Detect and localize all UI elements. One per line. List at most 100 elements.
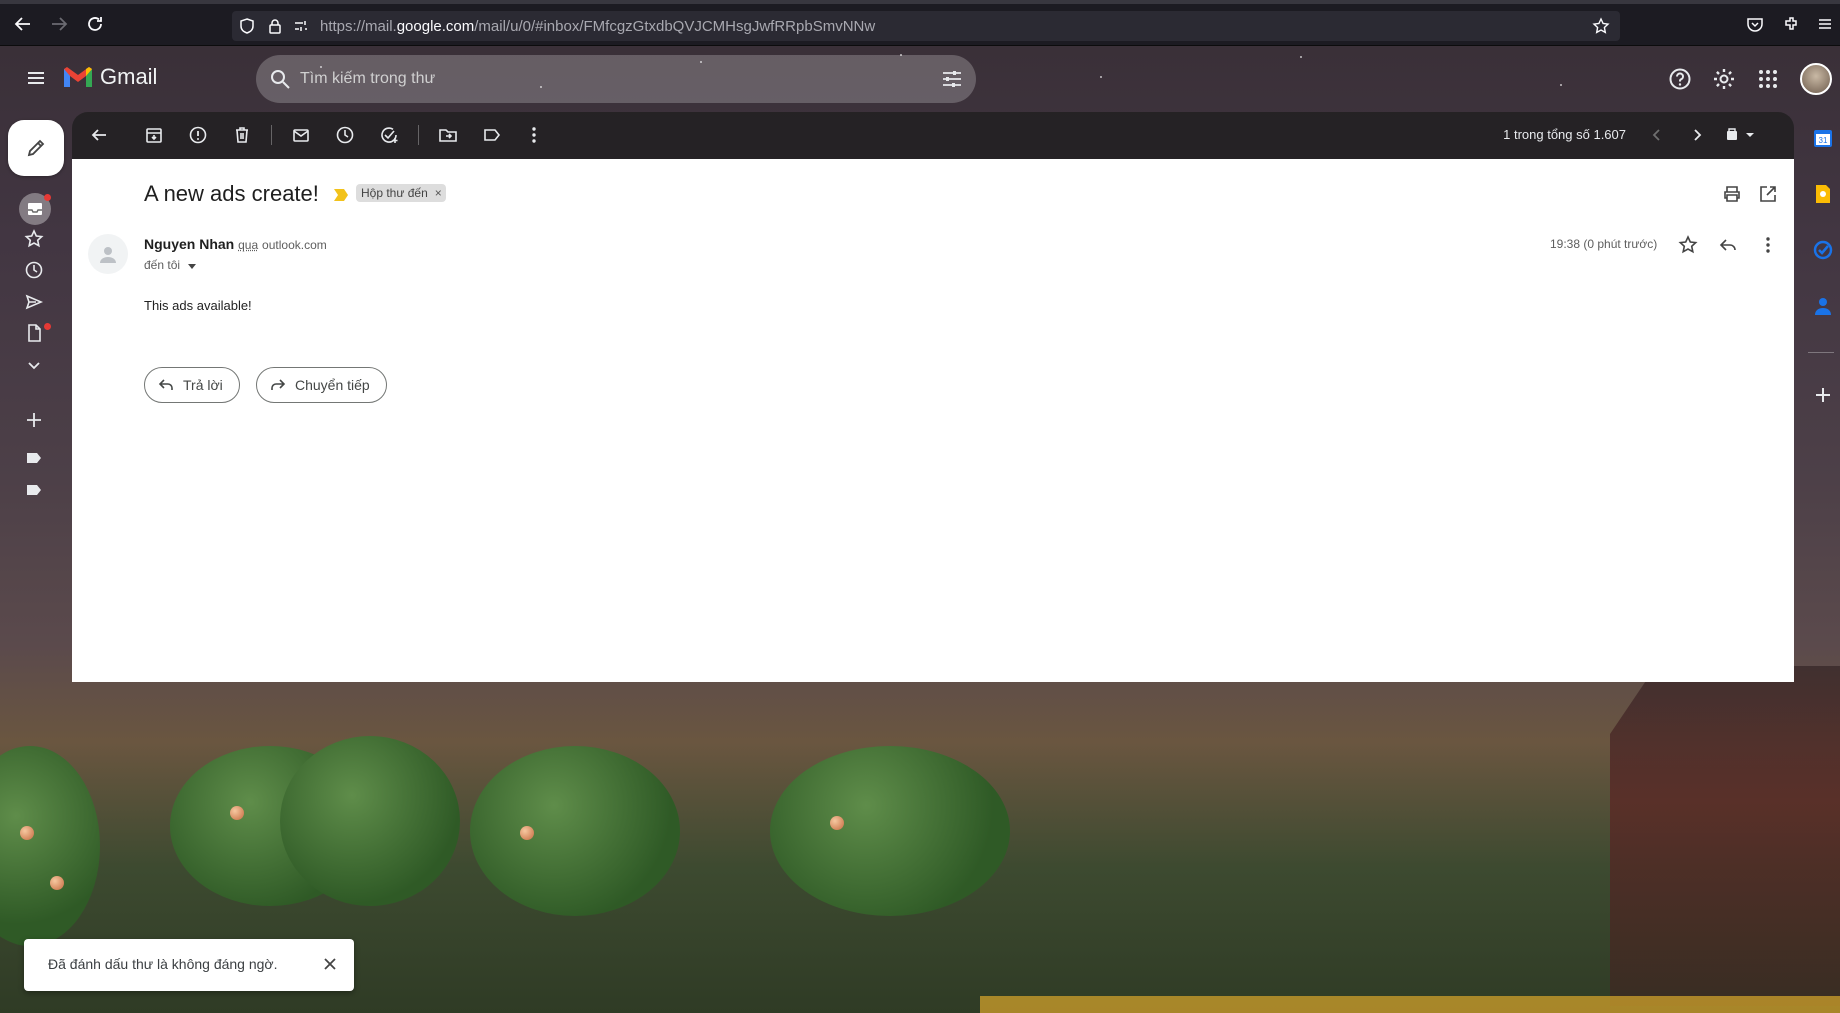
- email-timestamp: 19:38 (0 phút trước): [1550, 237, 1658, 251]
- recipient-text: đến tôi: [144, 258, 181, 272]
- sky-star: [1100, 76, 1102, 78]
- contacts-icon[interactable]: [1812, 295, 1834, 317]
- sender-line: Nguyen Nhan qua outlook.com: [144, 236, 327, 252]
- important-marker-icon[interactable]: [333, 188, 349, 202]
- url-host: google.com: [396, 18, 475, 35]
- via-label[interactable]: qua: [238, 238, 258, 252]
- message-view: A new ads create! Hộp thư đến × Nguyen N…: [72, 159, 1794, 682]
- reply-icon[interactable]: [1718, 235, 1738, 255]
- lock-icon[interactable]: [266, 17, 284, 35]
- back-to-inbox-icon[interactable]: [88, 124, 110, 146]
- remove-label-close-icon[interactable]: ×: [435, 184, 442, 202]
- peach-fruit: [520, 826, 534, 840]
- delete-trash-icon[interactable]: [231, 124, 253, 146]
- snackbar-message: Đã đánh dấu thư là không đáng ngờ.: [48, 956, 278, 972]
- star-icon[interactable]: [1678, 235, 1698, 255]
- shield-icon[interactable]: [238, 17, 256, 35]
- pagination-count: 1 trong tổng số 1.607: [1503, 127, 1626, 142]
- more-chevron-down-icon[interactable]: [24, 355, 46, 377]
- reload-icon[interactable]: [84, 13, 106, 35]
- get-addons-plus-icon[interactable]: [1812, 384, 1834, 406]
- main-menu-icon[interactable]: [24, 66, 48, 90]
- archive-icon[interactable]: [143, 124, 165, 146]
- label-tag-icon[interactable]: [24, 480, 46, 502]
- search-icon[interactable]: [269, 68, 291, 90]
- inbox-label-chip[interactable]: Hộp thư đến ×: [356, 184, 446, 202]
- peach-tree: [0, 746, 100, 946]
- snoozed-clock-icon[interactable]: [24, 260, 46, 282]
- svg-text:31: 31: [1819, 136, 1828, 145]
- pocket-icon[interactable]: [1744, 13, 1766, 35]
- settings-gear-icon[interactable]: [1712, 67, 1736, 91]
- pencil-icon: [27, 139, 45, 157]
- label-tag-icon[interactable]: [24, 448, 46, 470]
- forward-button[interactable]: Chuyển tiếp: [256, 367, 387, 403]
- email-body: This ads available!: [144, 298, 252, 313]
- peach-fruit: [230, 806, 244, 820]
- peach-tree: [770, 746, 1010, 916]
- url-text: https://mail.google.com/mail/u/0/#inbox/…: [320, 18, 875, 35]
- gmail-logo-text: Gmail: [100, 64, 158, 89]
- newer-chevron-left-icon[interactable]: [1646, 124, 1668, 146]
- drafts-nav-icon[interactable]: [24, 323, 46, 345]
- search-bar[interactable]: [256, 55, 976, 103]
- permissions-icon[interactable]: [292, 17, 310, 35]
- starred-nav-icon[interactable]: [24, 229, 46, 251]
- gmail-logo[interactable]: Gmail: [62, 64, 157, 90]
- open-new-window-icon[interactable]: [1758, 184, 1778, 204]
- recipient-details[interactable]: đến tôi: [144, 258, 197, 272]
- peach-fruit: [20, 826, 34, 840]
- person-icon: [100, 247, 116, 263]
- inbox-label-text: Hộp thư đến: [361, 186, 428, 200]
- gmail-m-icon: [64, 67, 92, 87]
- reply-arrow-icon: [158, 379, 173, 390]
- reply-button[interactable]: Trả lời: [144, 367, 240, 403]
- browser-menu-icon[interactable]: [1814, 13, 1836, 35]
- snackbar-close-icon[interactable]: [320, 954, 340, 974]
- search-filter-icon[interactable]: [941, 68, 963, 90]
- address-bar[interactable]: https://mail.google.com/mail/u/0/#inbox/…: [232, 11, 1620, 41]
- peach-fruit: [50, 876, 64, 890]
- account-avatar[interactable]: [1800, 63, 1832, 95]
- drafts-badge-dot: [44, 323, 51, 330]
- forward-arrow-icon[interactable]: [48, 13, 70, 35]
- input-tools-keyboard-icon[interactable]: [1722, 124, 1762, 146]
- sender-avatar[interactable]: [88, 234, 128, 274]
- labels-icon[interactable]: [481, 124, 503, 146]
- sender-name[interactable]: Nguyen Nhan: [144, 236, 234, 252]
- back-arrow-icon[interactable]: [12, 13, 34, 35]
- snooze-clock-icon[interactable]: [334, 124, 356, 146]
- toolbar-divider: [418, 125, 419, 145]
- forward-button-label: Chuyển tiếp: [295, 377, 370, 393]
- reply-button-label: Trả lời: [183, 377, 223, 393]
- add-to-tasks-icon[interactable]: [378, 124, 400, 146]
- peach-tree: [470, 746, 680, 916]
- bookmark-star-icon[interactable]: [1592, 17, 1610, 35]
- more-options-vertical-icon[interactable]: [523, 124, 545, 146]
- move-to-folder-icon[interactable]: [437, 124, 459, 146]
- apps-grid-icon[interactable]: [1756, 67, 1780, 91]
- toolbar-divider: [271, 125, 272, 145]
- sent-nav-icon[interactable]: [24, 292, 46, 314]
- tasks-icon[interactable]: [1812, 239, 1834, 261]
- message-more-vertical-icon[interactable]: [1758, 235, 1778, 255]
- sky-star: [1300, 56, 1302, 58]
- inbox-unread-dot: [44, 194, 51, 201]
- help-icon[interactable]: [1668, 67, 1692, 91]
- url-path: /mail/u/0/#inbox/FMfcgzGtxdbQVJCMHsgJwfR…: [474, 18, 876, 35]
- details-dropdown-icon[interactable]: [187, 261, 197, 271]
- compose-button[interactable]: [8, 120, 64, 176]
- flower-border: [980, 996, 1840, 1013]
- forward-arrow-icon: [271, 379, 286, 390]
- keep-notes-icon[interactable]: [1812, 183, 1834, 205]
- search-input[interactable]: [300, 67, 900, 91]
- mark-unread-icon[interactable]: [290, 124, 312, 146]
- calendar-icon[interactable]: 31: [1812, 127, 1834, 149]
- peach-fruit: [830, 816, 844, 830]
- older-chevron-right-icon[interactable]: [1686, 124, 1708, 146]
- create-label-plus-icon[interactable]: [24, 410, 46, 432]
- report-spam-icon[interactable]: [187, 124, 209, 146]
- extensions-icon[interactable]: [1780, 13, 1802, 35]
- sender-domain: outlook.com: [262, 238, 327, 252]
- print-icon[interactable]: [1722, 184, 1742, 204]
